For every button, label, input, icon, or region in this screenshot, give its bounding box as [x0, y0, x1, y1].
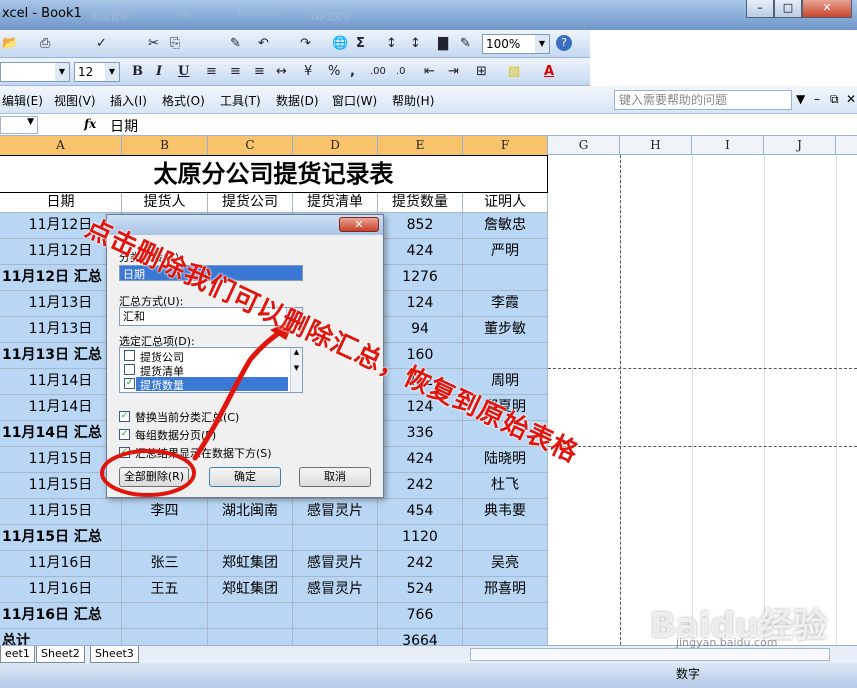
annotation-overlay — [100, 318, 296, 497]
annotation-arrow — [192, 323, 291, 461]
annotation-circle — [100, 449, 196, 497]
baidu-watermark-url: jingyan.baidu.com — [676, 636, 778, 649]
